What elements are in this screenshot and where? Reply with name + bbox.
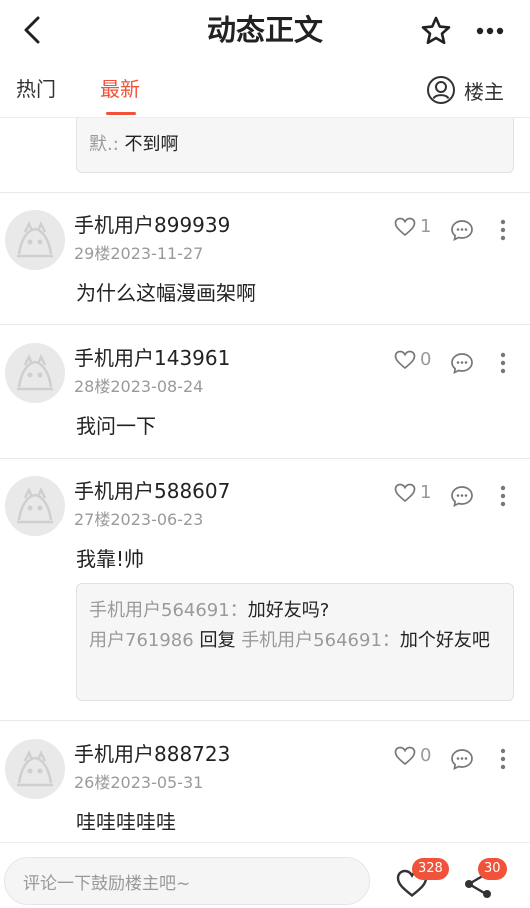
vertical-dots-icon [500,352,506,374]
comment-reply-button[interactable] [448,349,476,377]
comment-like-count: 0 [420,349,432,370]
reply-user: 默.: [89,134,119,155]
reply-target[interactable]: 手机用户564691： [241,630,400,651]
heart-outline-icon [394,217,416,236]
reply-line: 用户761986 回复 手机用户564691：加个好友吧 [89,626,501,656]
comment-date: 2023-06-23 [110,510,204,529]
comment-floor: 26楼 [74,773,111,792]
comment-item: 手机用户888723 26楼2023-05-31 哇哇哇哇哇 0 [0,739,530,842]
comment-reply-button[interactable] [448,482,476,510]
owner-only-label: 楼主 [464,79,504,104]
comment-text: 哇哇哇哇哇 [76,810,176,834]
comment-meta: 26楼2023-05-31 [74,772,203,794]
comment-item: 手机用户143961 28楼2023-08-24 我问一下 0 [0,343,530,443]
comment-like-button[interactable]: 1 [394,216,431,237]
comment-bubble-icon [451,749,473,770]
owner-only-filter[interactable]: 楼主 [426,72,504,108]
comment-like-button[interactable]: 1 [394,482,431,503]
comment-bubble-icon [451,353,473,374]
avatar[interactable] [5,739,65,799]
comment-more-button[interactable] [492,482,514,510]
reply-verb: 回复 [199,630,236,651]
comment-more-button[interactable] [492,349,514,377]
comment-date: 2023-05-31 [110,773,204,792]
comment-username[interactable]: 手机用户888723 [74,741,230,767]
avatar[interactable] [5,343,65,403]
comment-more-button[interactable] [492,216,514,244]
like-count-badge: 328 [412,858,449,880]
comment-meta: 28楼2023-08-24 [74,376,203,398]
comment-input[interactable]: 评论一下鼓励楼主吧~ [4,857,370,905]
vertical-dots-icon [500,219,506,241]
heart-outline-icon [394,483,416,502]
comment-text: 我问一下 [76,414,156,438]
comment-floor: 29楼 [74,244,111,263]
more-options-button[interactable] [472,13,508,49]
divider [0,458,530,459]
default-avatar-icon [5,343,65,403]
comment-bubble-icon [451,486,473,507]
comment-bubble-icon [451,220,473,241]
reply-text: 不到啊 [124,134,179,155]
comment-username[interactable]: 手机用户588607 [74,478,230,504]
share-count-badge: 30 [478,858,507,880]
reply-user[interactable]: 用户761986 [89,630,194,651]
comment-item: 手机用户588607 27楼2023-06-23 我靠!帅 1 手机用户5646… [0,476,530,706]
comment-list[interactable]: 默.: 不到啊 手机用户899939 29楼2023-11-27 为什么这幅漫画… [0,118,530,842]
avatar[interactable] [5,210,65,270]
more-dots-icon [476,27,504,35]
star-outline-icon [421,16,451,45]
comment-floor: 28楼 [74,377,111,396]
comment-date: 2023-11-27 [110,244,204,263]
reply-box[interactable]: 默.: 不到啊 [76,118,514,173]
active-tab-indicator [106,112,136,115]
favorite-button[interactable] [418,13,454,49]
vertical-dots-icon [500,485,506,507]
vertical-dots-icon [500,748,506,770]
comment-like-count: 1 [420,482,432,503]
comment-meta: 27楼2023-06-23 [74,509,203,531]
comment-like-count: 1 [420,216,432,237]
comment-item: 手机用户899939 29楼2023-11-27 为什么这幅漫画架啊 1 [0,210,530,310]
reply-line: 手机用户564691：加好友吗? [89,596,501,626]
comment-like-count: 0 [420,745,432,766]
reply-box[interactable]: 手机用户564691：加好友吗? 用户761986 回复 手机用户564691：… [76,583,514,701]
comment-like-button[interactable]: 0 [394,745,431,766]
avatar[interactable] [5,476,65,536]
user-circle-icon [427,76,455,104]
comment-reply-button[interactable] [448,745,476,773]
comment-floor: 27楼 [74,510,111,529]
back-button[interactable] [14,12,50,48]
comment-text: 为什么这幅漫画架啊 [76,281,256,305]
comment-meta: 29楼2023-11-27 [74,243,203,265]
comment-text: 我靠!帅 [76,547,145,571]
top-app-bar: 动态正文 [0,0,530,62]
comment-more-button[interactable] [492,745,514,773]
reply-user[interactable]: 手机用户564691： [89,600,248,621]
comment-like-button[interactable]: 0 [394,349,431,370]
comment-username[interactable]: 手机用户899939 [74,212,230,238]
back-arrow-icon [24,16,40,44]
reply-text: 加好友吗? [247,600,330,621]
divider [0,324,530,325]
comment-sort-tabs: 热门 最新 楼主 [0,62,530,118]
tab-latest[interactable]: 最新 [100,76,140,102]
heart-outline-icon [394,746,416,765]
bottom-action-bar: 评论一下鼓励楼主吧~ 328 30 [0,842,530,908]
default-avatar-icon [5,210,65,270]
comment-username[interactable]: 手机用户143961 [74,345,230,371]
comment-reply-button[interactable] [448,216,476,244]
tab-hot[interactable]: 热门 [16,76,56,102]
heart-outline-icon [394,350,416,369]
reply-text: 加个好友吧 [399,630,490,651]
default-avatar-icon [5,476,65,536]
comment-date: 2023-08-24 [110,377,204,396]
divider [0,720,530,721]
divider [0,192,530,193]
default-avatar-icon [5,739,65,799]
